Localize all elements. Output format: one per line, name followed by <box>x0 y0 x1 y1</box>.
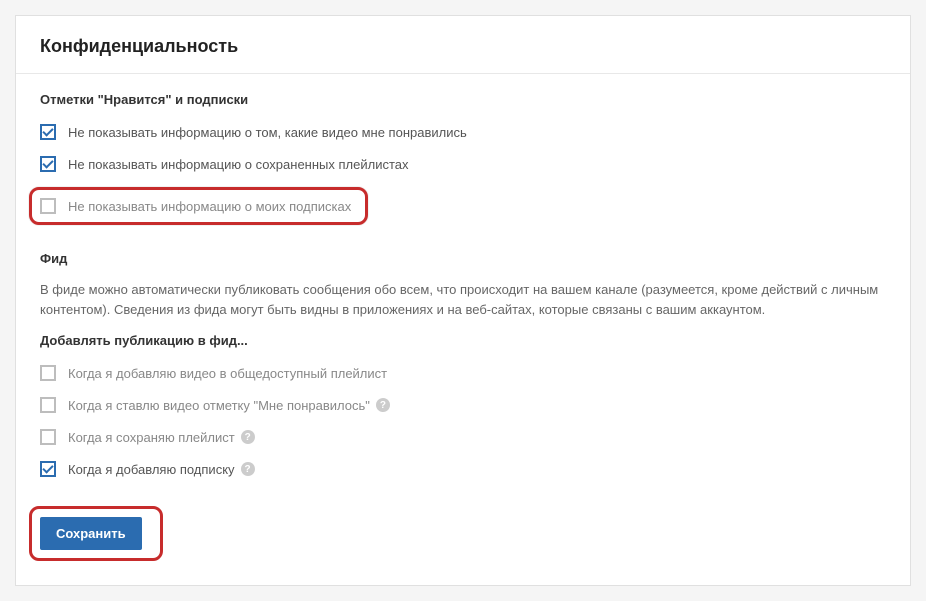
highlight-save: Сохранить <box>29 506 163 561</box>
checkbox-subscriptions[interactable] <box>40 198 56 214</box>
checkbox-row-add-subscription: Когда я добавляю подписку ? <box>40 458 886 480</box>
help-icon[interactable]: ? <box>376 398 390 412</box>
checkbox-row-saved-playlists: Не показывать информацию о сохраненных п… <box>40 153 886 175</box>
checkbox-label: Когда я ставлю видео отметку "Мне понрав… <box>68 398 370 413</box>
checkbox-saved-playlists[interactable] <box>40 156 56 172</box>
checkbox-add-subscription[interactable] <box>40 461 56 477</box>
checkbox-row-save-playlist: Когда я сохраняю плейлист ? <box>40 426 886 448</box>
checkbox-liked-videos[interactable] <box>40 124 56 140</box>
checkbox-label: Не показывать информацию о том, какие ви… <box>68 125 467 140</box>
checkbox-label: Не показывать информацию о моих подписка… <box>68 199 351 214</box>
checkbox-label: Не показывать информацию о сохраненных п… <box>68 157 409 172</box>
privacy-panel: Конфиденциальность Отметки "Нравится" и … <box>15 15 911 586</box>
page-title: Конфиденциальность <box>40 36 886 57</box>
panel-header: Конфиденциальность <box>16 16 910 74</box>
checkbox-like-video[interactable] <box>40 397 56 413</box>
feed-subtitle: Добавлять публикацию в фид... <box>40 333 886 348</box>
panel-body: Отметки "Нравится" и подписки Не показыв… <box>16 74 910 585</box>
checkbox-add-to-playlist[interactable] <box>40 365 56 381</box>
help-icon[interactable]: ? <box>241 430 255 444</box>
section-likes-title: Отметки "Нравится" и подписки <box>40 92 886 107</box>
section-feed: Фид В фиде можно автоматически публикова… <box>40 251 886 480</box>
feed-description: В фиде можно автоматически публиковать с… <box>40 280 886 319</box>
checkbox-label: Когда я добавляю подписку <box>68 462 235 477</box>
section-feed-title: Фид <box>40 251 886 266</box>
save-button[interactable]: Сохранить <box>40 517 142 550</box>
checkbox-label: Когда я сохраняю плейлист <box>68 430 235 445</box>
checkbox-row-liked-videos: Не показывать информацию о том, какие ви… <box>40 121 886 143</box>
checkbox-label: Когда я добавляю видео в общедоступный п… <box>68 366 387 381</box>
checkbox-row-like-video: Когда я ставлю видео отметку "Мне понрав… <box>40 394 886 416</box>
highlight-subscriptions: Не показывать информацию о моих подписка… <box>29 187 368 225</box>
help-icon[interactable]: ? <box>241 462 255 476</box>
checkbox-save-playlist[interactable] <box>40 429 56 445</box>
checkbox-row-add-to-playlist: Когда я добавляю видео в общедоступный п… <box>40 362 886 384</box>
